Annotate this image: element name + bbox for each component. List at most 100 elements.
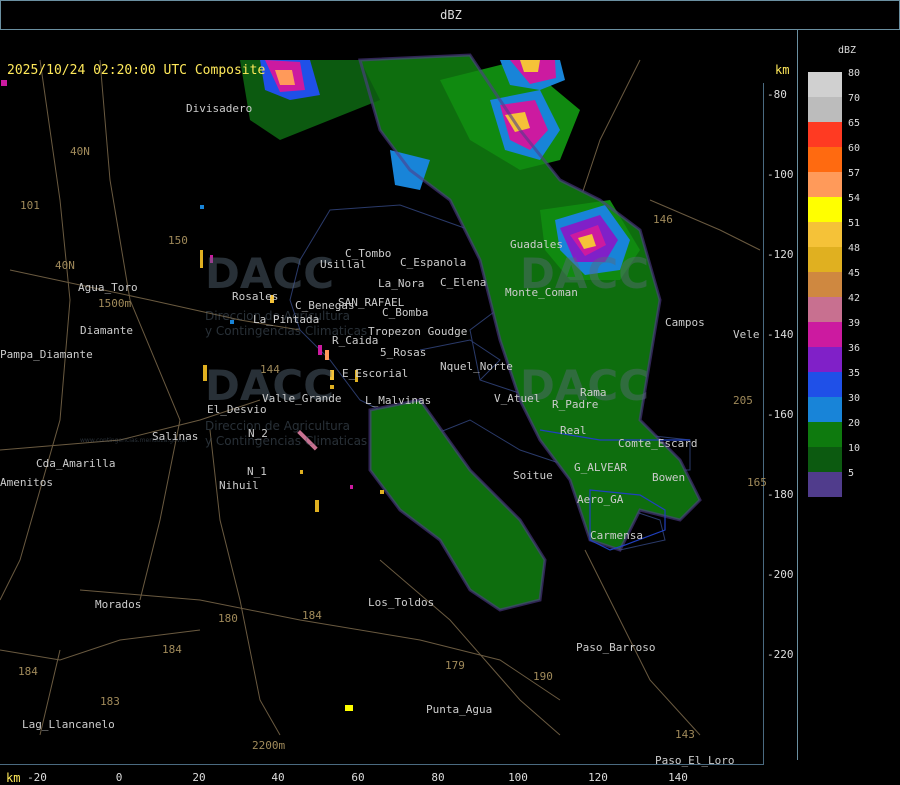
route-label: 184: [302, 609, 322, 622]
legend-swatch: [808, 122, 842, 147]
place-label: Vele: [733, 328, 760, 341]
route-label: 101: [20, 199, 40, 212]
route-label: 184: [18, 665, 38, 678]
place-label: Morados: [95, 598, 142, 611]
legend-value: 48: [848, 243, 861, 254]
y-tick: -80: [767, 88, 787, 101]
legend-swatch: [808, 247, 842, 272]
place-label: Cda_Amarilla: [36, 457, 116, 470]
route-label: 183: [100, 695, 120, 708]
place-label: Paso_Barroso: [576, 641, 656, 654]
place-label: G_ALVEAR: [574, 461, 627, 474]
y-tick: -220: [767, 648, 794, 661]
legend-swatch: [808, 447, 842, 472]
x-tick: 20: [192, 771, 206, 784]
legend-value: 42: [848, 293, 861, 304]
route-label: 165: [747, 476, 767, 489]
place-label: Divisadero: [186, 102, 253, 115]
legend-value: 5: [848, 468, 855, 479]
route-label: 40N: [55, 259, 75, 272]
title-bar: dBZ: [0, 0, 900, 30]
place-label: 5_Rosas: [380, 346, 427, 359]
y-tick: -180: [767, 488, 794, 501]
legend-value: 30: [848, 393, 861, 404]
legend-swatch: [808, 322, 842, 347]
route-label: 143: [675, 728, 695, 741]
place-label: Aero_GA: [577, 493, 624, 506]
color-scale-legend: [808, 72, 842, 497]
y-tick: -200: [767, 568, 794, 581]
place-label: La_Nora: [378, 277, 425, 290]
x-tick: 120: [588, 771, 608, 784]
x-tick: 40: [271, 771, 285, 784]
x-tick: 0: [115, 771, 123, 784]
legend-swatch: [808, 172, 842, 197]
place-label: C_Espanola: [400, 256, 467, 269]
place-label: R_Padre: [552, 398, 599, 411]
y-tick: -160: [767, 408, 794, 421]
legend-swatch: [808, 347, 842, 372]
x-tick: 100: [508, 771, 528, 784]
place-label: N_1: [247, 465, 267, 478]
place-label: Rosales: [232, 290, 279, 303]
place-label: E_Escorial: [342, 367, 409, 380]
place-label: Real: [560, 424, 587, 437]
route-label: 205: [733, 394, 753, 407]
legend-value: 45: [848, 268, 861, 279]
plot-area[interactable]: [0, 83, 764, 765]
y-tick: -100: [767, 168, 794, 181]
route-label: 190: [533, 670, 553, 683]
legend-swatch: [808, 472, 842, 497]
place-label: Bowen: [652, 471, 686, 484]
legend-swatch: [808, 97, 842, 122]
place-label: Carmensa: [590, 529, 643, 542]
route-label: 180: [218, 612, 238, 625]
legend-value: 60: [848, 143, 861, 154]
place-label: Campos: [665, 316, 705, 329]
legend-swatch: [808, 72, 842, 97]
place-label: La_Pintada: [253, 313, 320, 326]
y-tick: -140: [767, 328, 794, 341]
legend-value: 10: [848, 443, 861, 454]
place-label: Valle_Grande: [262, 392, 342, 405]
route-label: 184: [162, 643, 182, 656]
place-label: Nquel_Norte: [440, 360, 513, 373]
legend-swatch: [808, 147, 842, 172]
legend-swatch: [808, 197, 842, 222]
place-label: Guadales: [510, 238, 563, 251]
scan-timestamp: 2025/10/24 02:20:00 UTC Composite: [7, 63, 266, 78]
radar-map-panel[interactable]: DACC Direccion de Agricultura y Continge…: [0, 29, 798, 785]
legend-value: 80: [848, 68, 861, 79]
x-tick: 80: [431, 771, 445, 784]
y-tick: -120: [767, 248, 794, 261]
place-label: C_Bomba: [382, 306, 429, 319]
place-label: Lag_Llancanelo: [22, 718, 115, 731]
place-label: Agua_Toro: [78, 281, 138, 294]
place-label: Los_Toldos: [368, 596, 435, 609]
elevation-label: 1500m: [98, 297, 132, 310]
legend-title: dBZ: [838, 45, 857, 56]
place-label: L_Malvinas: [365, 394, 432, 407]
legend-swatch: [808, 222, 842, 247]
legend-value: 57: [848, 168, 861, 179]
legend-swatch: [808, 422, 842, 447]
route-label: 150: [168, 234, 188, 247]
legend-value: 54: [848, 193, 861, 204]
place-label: Punta_Agua: [426, 703, 493, 716]
x-tick: 140: [668, 771, 688, 784]
place-label: Nihuil: [219, 479, 259, 492]
route-label: 146: [653, 213, 673, 226]
place-label: Monte_Coman: [505, 286, 578, 299]
legend-value: 36: [848, 343, 861, 354]
place-label: N_2: [248, 427, 268, 440]
window-title: dBZ: [440, 8, 462, 22]
place-label: Comte_Escard: [618, 437, 698, 450]
elevation-label: 2200m: [252, 739, 286, 752]
legend-value: 65: [848, 118, 861, 129]
legend-value: 70: [848, 93, 861, 104]
route-label: 144: [260, 363, 280, 376]
legend-value: 51: [848, 218, 861, 229]
km-unit-bottom: km: [6, 771, 21, 785]
route-label: 40N: [70, 145, 90, 158]
legend-swatch: [808, 372, 842, 397]
